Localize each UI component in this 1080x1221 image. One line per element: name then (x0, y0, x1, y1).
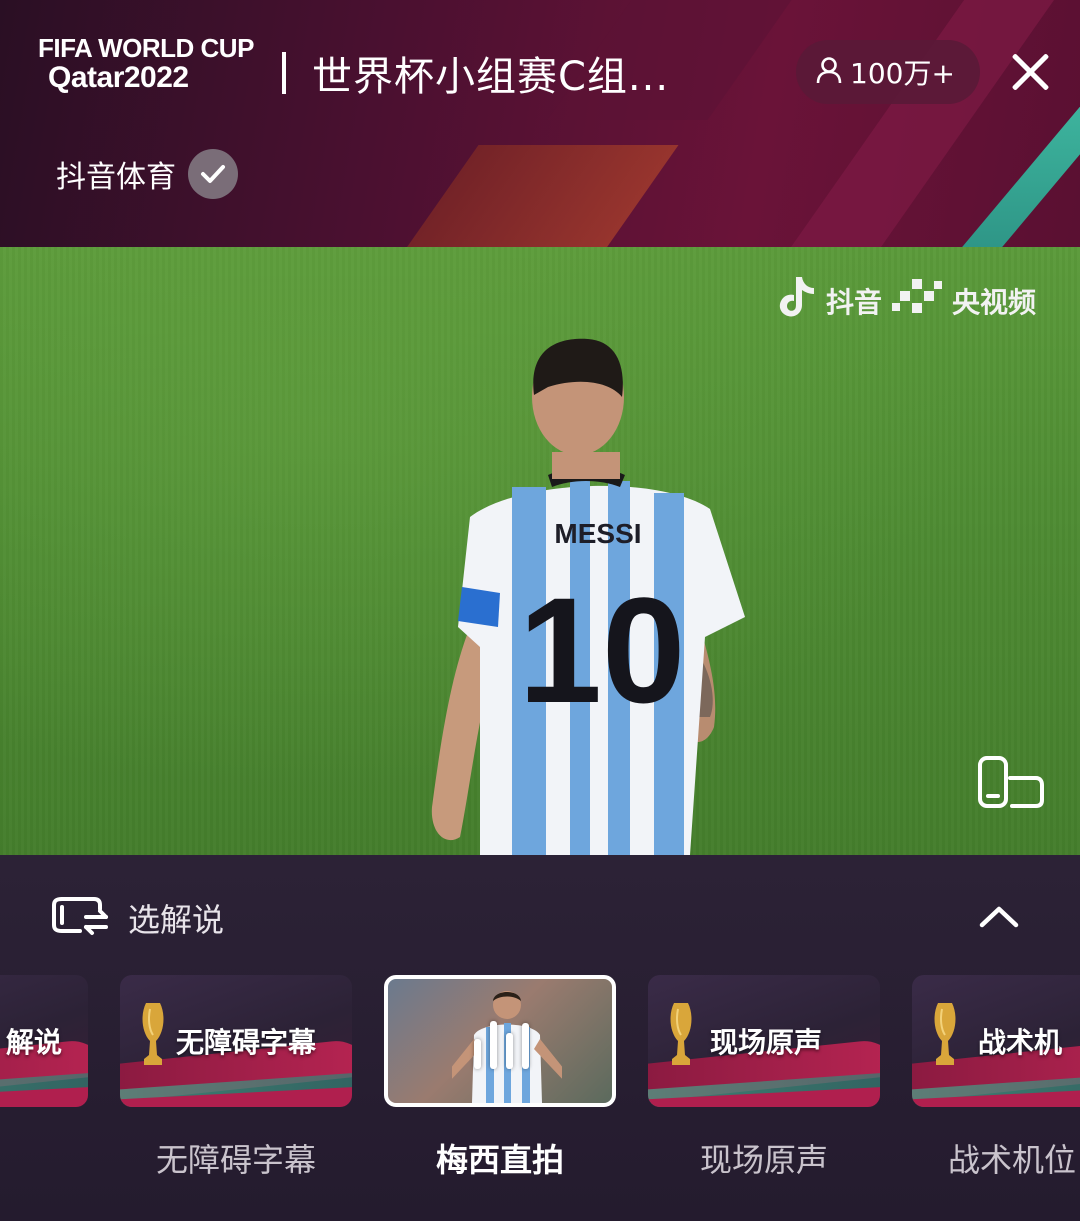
commentary-panel: 选解说 解说 解说 无障碍字幕 无障碍字幕 (0, 855, 1080, 1221)
commentary-option-live-sound[interactable]: 现场原声 (648, 975, 880, 1107)
channel-info[interactable]: 抖音体育 (38, 145, 238, 203)
stream-title: 世界杯小组赛C组... (312, 54, 670, 100)
cctv-watermark-text: 央视频 (951, 285, 1036, 319)
douyin-logo-icon (776, 275, 816, 326)
player-figure: MESSI 10 (431, 338, 745, 855)
logo-line-1: FIFA WORLD CUP (38, 33, 254, 63)
option-title: 战术机 (978, 1026, 1063, 1059)
douyin-watermark-text: 抖音 (825, 285, 882, 319)
commentary-label: 选解说 (128, 901, 225, 939)
option-label[interactable]: 现场原声 (648, 1135, 880, 1181)
live-header: FIFA WORLD CUP Qatar2022 世界杯小组赛C组... 100… (0, 0, 1080, 247)
commentary-option-commentary[interactable]: 解说 (0, 975, 88, 1107)
commentary-option-messi-cam[interactable] (384, 975, 616, 1107)
option-title: 解说 (6, 1026, 63, 1059)
switch-commentary-icon (50, 895, 110, 941)
rotate-screen-icon[interactable] (974, 754, 1050, 814)
title-divider (282, 52, 286, 94)
commentary-header[interactable]: 选解说 (50, 895, 224, 941)
header-decoration (401, 145, 679, 247)
option-label[interactable]: 无障碍字幕 (120, 1135, 352, 1181)
option-label[interactable]: 战术机位 (948, 1135, 1080, 1181)
jersey-name: MESSI (554, 518, 641, 549)
option-label[interactable]: 解说 (0, 1135, 60, 1181)
trophy-icon (138, 999, 168, 1069)
broadcast-watermark: 抖音 央视频 (776, 275, 1036, 326)
close-icon[interactable] (1008, 50, 1052, 94)
option-label[interactable]: 梅西直拍 (384, 1135, 616, 1181)
commentary-options: 解说 解说 无障碍字幕 无障碍字幕 梅西直拍 (0, 975, 1080, 1221)
verified-check-icon[interactable] (188, 149, 238, 199)
channel-name: 抖音体育 (56, 160, 176, 195)
cctv-video-logo-icon (891, 277, 942, 324)
jersey-number: 10 (519, 566, 686, 734)
trophy-icon (930, 999, 960, 1069)
commentary-option-tactical-cam[interactable]: 战术机 (912, 975, 1080, 1107)
live-audio-bars-icon (474, 1019, 532, 1069)
trophy-icon (666, 999, 696, 1069)
option-title: 现场原声 (710, 1026, 823, 1059)
viewer-count: 100万+ (850, 57, 955, 90)
commentary-option-accessible-subtitles[interactable]: 无障碍字幕 (120, 975, 352, 1107)
live-video[interactable]: MESSI 10 抖音 央视频 (0, 247, 1080, 855)
person-icon (816, 56, 842, 88)
option-title: 无障碍字幕 (176, 1026, 317, 1059)
world-cup-logo: FIFA WORLD CUP Qatar2022 (38, 34, 260, 98)
chevron-up-icon[interactable] (978, 901, 1020, 931)
viewer-count-badge[interactable]: 100万+ (796, 40, 980, 104)
logo-line-2: Qatar2022 (48, 61, 189, 94)
